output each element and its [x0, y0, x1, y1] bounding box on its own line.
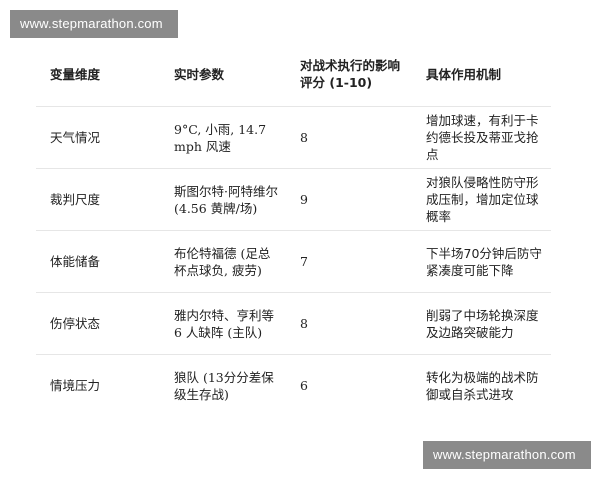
- cell-parameter: 布伦特福德 (足总杯点球负, 疲劳): [174, 245, 271, 278]
- cell-score: 8: [300, 130, 308, 145]
- table-header-row: 变量维度 实时参数 对战术执行的影响评分 (1-10) 具体作用机制: [36, 42, 551, 107]
- cell-mechanism: 转化为极端的战术防御或自杀式进攻: [426, 369, 539, 402]
- cell-dimension: 天气情况: [50, 130, 101, 145]
- cell-score: 8: [300, 316, 308, 331]
- cell-dimension: 情境压力: [50, 378, 101, 393]
- header-score: 对战术执行的影响评分 (1-10): [300, 58, 401, 90]
- watermark-bottom: www.stepmarathon.com: [423, 441, 591, 469]
- table-row: 伤停状态 雅内尔特、亨利等 6 人缺阵 (主队) 8 削弱了中场轮换深度及边路突…: [36, 293, 551, 355]
- cell-mechanism: 削弱了中场轮换深度及边路突破能力: [426, 307, 539, 340]
- cell-mechanism: 对狼队侵略性防守形成压制，增加定位球概率: [426, 175, 539, 224]
- watermark-top: www.stepmarathon.com: [10, 10, 178, 38]
- cell-mechanism: 增加球速，有利于卡约德长投及蒂亚戈抢点: [426, 113, 539, 162]
- header-parameter: 实时参数: [174, 66, 225, 82]
- cell-parameter: 9°C, 小雨, 14.7 mph 风速: [174, 121, 267, 154]
- factor-table: 变量维度 实时参数 对战术执行的影响评分 (1-10) 具体作用机制 天气情况 …: [36, 42, 551, 416]
- cell-dimension: 裁判尺度: [50, 192, 101, 207]
- cell-score: 9: [300, 192, 308, 207]
- cell-parameter: 斯图尔特·阿特维尔 (4.56 黄牌/场): [174, 183, 278, 216]
- table-row: 情境压力 狼队 (13分分差保级生存战) 6 转化为极端的战术防御或自杀式进攻: [36, 355, 551, 416]
- cell-parameter: 狼队 (13分分差保级生存战): [174, 369, 274, 402]
- cell-score: 6: [300, 378, 308, 393]
- table-row: 体能储备 布伦特福德 (足总杯点球负, 疲劳) 7 下半场70分钟后防守紧凑度可…: [36, 231, 551, 293]
- header-dimension: 变量维度: [50, 66, 101, 82]
- cell-dimension: 体能储备: [50, 254, 101, 269]
- table-row: 裁判尺度 斯图尔特·阿特维尔 (4.56 黄牌/场) 9 对狼队侵略性防守形成压…: [36, 169, 551, 231]
- cell-parameter: 雅内尔特、亨利等 6 人缺阵 (主队): [174, 307, 275, 340]
- cell-mechanism: 下半场70分钟后防守紧凑度可能下降: [426, 245, 542, 278]
- cell-dimension: 伤停状态: [50, 316, 101, 331]
- table-row: 天气情况 9°C, 小雨, 14.7 mph 风速 8 增加球速，有利于卡约德长…: [36, 107, 551, 169]
- header-mechanism: 具体作用机制: [426, 66, 502, 82]
- cell-score: 7: [300, 254, 308, 269]
